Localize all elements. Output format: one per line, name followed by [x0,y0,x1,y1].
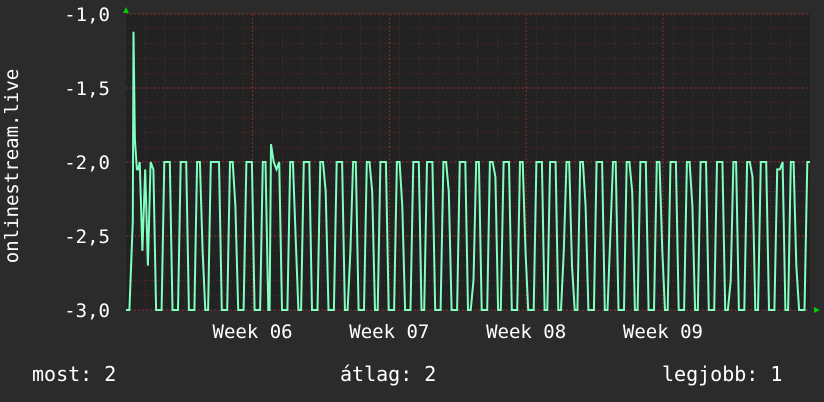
legjobb-value: 1 [770,362,783,386]
footer-atlag: átlag: 2 [340,362,436,386]
legjobb-label: legjobb: [662,362,759,386]
chart-svg: -1,0 -1,5 -2,0 -2,5 -3,0 Week 06 Week 07 Week 0… [64,4,820,343]
footer-legjobb: legjobb: 1 [662,362,782,386]
chart-stage: -1,0 -1,5 -2,0 -2,5 -3,0 Week 06 Week 07 Week 0… [0,0,824,402]
y-tick-label: -3,0 [64,300,110,322]
x-axis-arrow [814,307,820,313]
y-tick-label: -1,5 [64,78,110,100]
most-value: 2 [104,362,117,386]
most-label: most: [32,362,93,386]
y-tick-label: -2,5 [64,226,110,248]
y-axis-arrow [123,7,129,13]
atlag-label: átlag: [340,362,413,386]
x-tick-label: Week 07 [349,321,429,343]
footer-most: most: 2 [32,362,116,386]
x-tick-label: Week 08 [486,321,566,343]
x-tick-label: Week 06 [213,321,293,343]
atlag-value: 2 [424,362,437,386]
x-tick-label: Week 09 [623,321,703,343]
y-tick-label: -1,0 [64,4,110,26]
y-axis-label: onlinestream.live [1,68,23,264]
y-tick-label: -2,0 [64,152,110,174]
